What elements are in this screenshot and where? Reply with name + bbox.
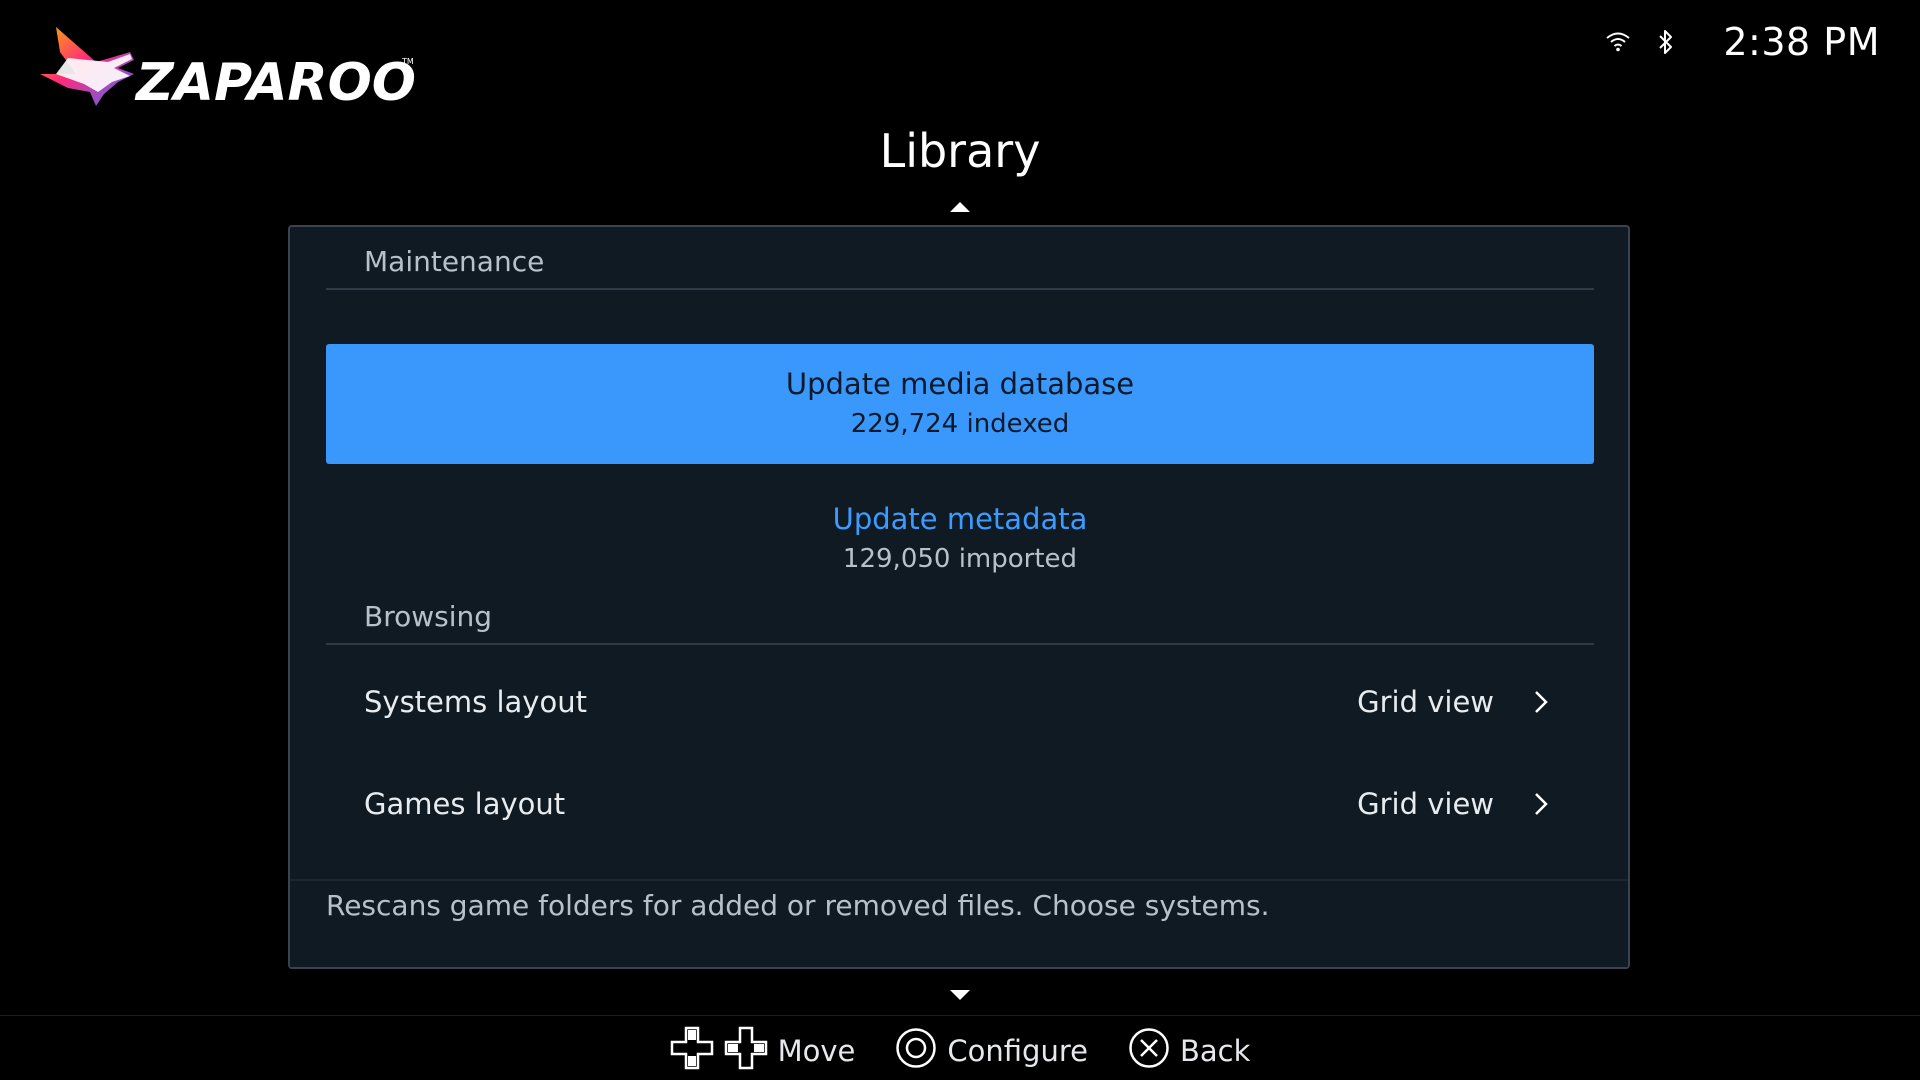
- page-title: Library: [879, 124, 1041, 178]
- clock: 2:38 PM: [1723, 20, 1880, 64]
- dpad-vertical-icon: [670, 1026, 724, 1077]
- scroll-up-icon: [950, 198, 970, 217]
- row-label: Systems layout: [364, 685, 587, 719]
- row-label: Games layout: [364, 787, 566, 821]
- bluetooth-icon: [1657, 29, 1675, 55]
- update-media-subtitle: 229,724 indexed: [850, 409, 1070, 439]
- circle-button-icon: [895, 1027, 947, 1076]
- games-layout-row[interactable]: Games layout Grid view: [326, 759, 1594, 849]
- chevron-right-icon: [1534, 690, 1548, 714]
- dpad-horizontal-icon: [724, 1026, 778, 1077]
- move-label: Move: [777, 1034, 856, 1068]
- back-hint[interactable]: Back: [1128, 1027, 1250, 1076]
- svg-text:TM: TM: [401, 57, 414, 66]
- section-header-maintenance: Maintenance: [326, 227, 1594, 290]
- footer-divider: [0, 1015, 1920, 1016]
- svg-text:ZAPAROO: ZAPAROO: [134, 53, 416, 112]
- row-value: Grid view: [1357, 685, 1494, 719]
- update-metadata-subtitle: 129,050 imported: [842, 544, 1078, 574]
- scroll-down-icon: [950, 986, 970, 1005]
- help-text: Rescans game folders for added or remove…: [290, 879, 1628, 967]
- wifi-icon: [1605, 31, 1631, 53]
- configure-hint[interactable]: Configure: [895, 1027, 1088, 1076]
- move-hint[interactable]: Move: [670, 1026, 856, 1077]
- back-label: Back: [1179, 1034, 1251, 1068]
- update-media-database-button[interactable]: Update media database 229,724 indexed: [326, 344, 1594, 464]
- systems-layout-row[interactable]: Systems layout Grid view: [326, 657, 1594, 747]
- row-value: Grid view: [1357, 787, 1494, 821]
- update-media-title: Update media database: [785, 367, 1135, 401]
- chevron-right-icon: [1534, 792, 1548, 816]
- configure-label: Configure: [947, 1034, 1088, 1068]
- zaparoo-logo: ZAPAROO TM: [38, 22, 418, 112]
- section-header-browsing: Browsing: [326, 582, 1594, 645]
- update-metadata-title: Update metadata: [832, 502, 1088, 536]
- cross-button-icon: [1128, 1027, 1180, 1076]
- button-hints: Move Configure Back: [0, 1022, 1920, 1080]
- status-bar: 2:38 PM: [1605, 20, 1880, 64]
- settings-panel: Maintenance Update media database 229,72…: [288, 225, 1630, 969]
- update-metadata-button[interactable]: Update metadata 129,050 imported: [326, 485, 1594, 593]
